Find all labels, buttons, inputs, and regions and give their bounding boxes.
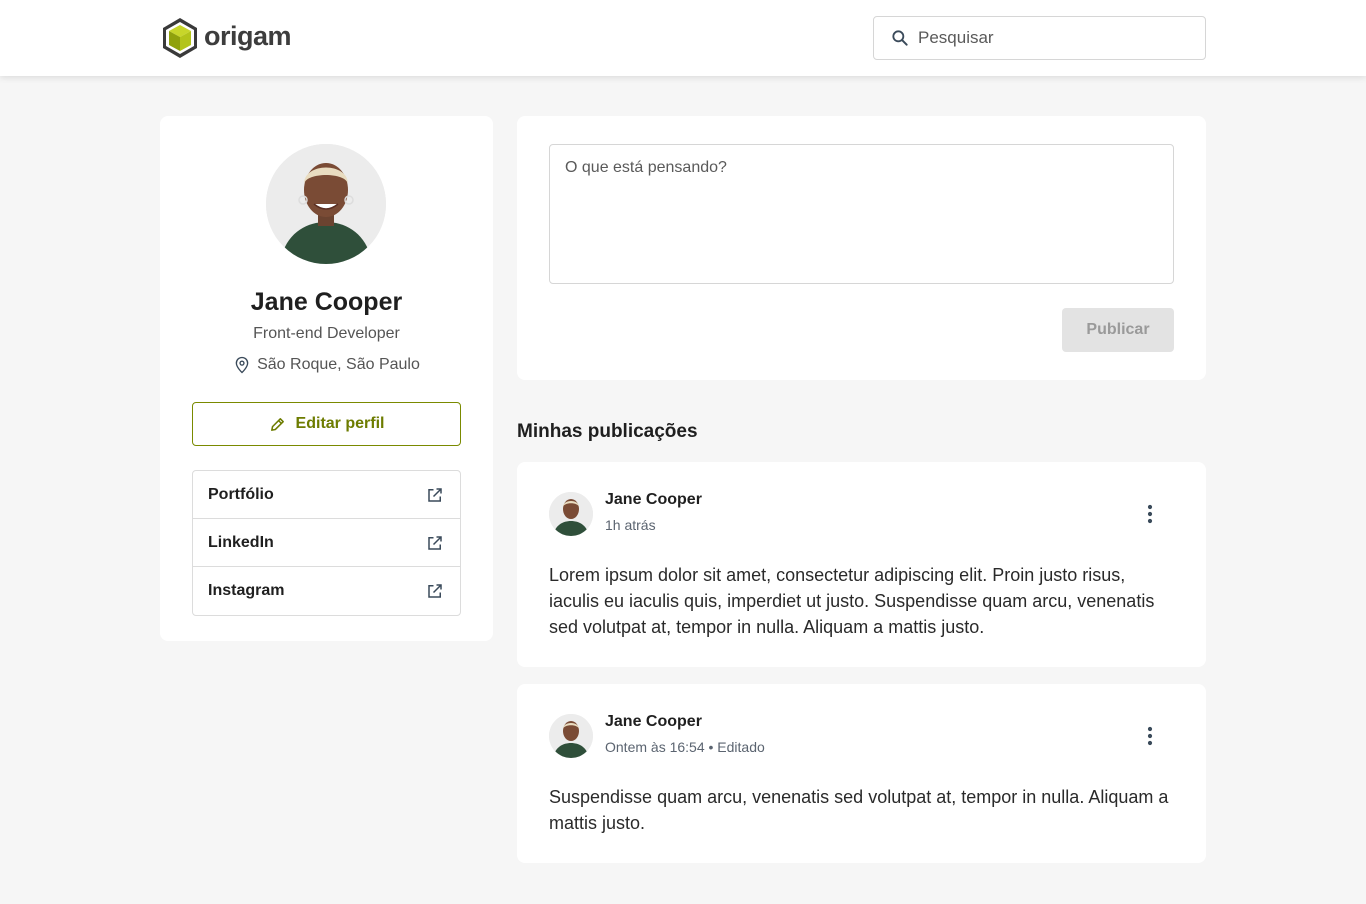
link-label: LinkedIn	[208, 533, 274, 551]
top-bar: origam	[0, 0, 1366, 76]
post-options-button[interactable]	[1139, 724, 1161, 748]
search-input[interactable]	[918, 28, 1188, 48]
external-link-icon	[428, 487, 442, 502]
post-text: Suspendisse quam arcu, venenatis sed vol…	[549, 787, 1169, 833]
post-timestamp: 1h atrás	[605, 517, 656, 533]
location-pin-icon	[235, 356, 249, 374]
link-label: Portfólio	[208, 485, 274, 503]
link-portfolio[interactable]: Portfólio	[193, 471, 460, 519]
more-vertical-icon	[1147, 726, 1153, 746]
post-author[interactable]: Jane Cooper	[605, 713, 702, 731]
post-composer: Publicar	[517, 116, 1206, 380]
location-text: São Roque, São Paulo	[257, 356, 420, 373]
more-vertical-icon	[1147, 504, 1153, 524]
logo-text: origam	[204, 20, 292, 51]
search-box[interactable]	[873, 16, 1206, 60]
post-author[interactable]: Jane Cooper	[605, 491, 702, 509]
search-icon	[892, 30, 908, 46]
logo-icon	[163, 18, 197, 58]
post-card: Jane Cooper 1h atrás Lorem ipsum dolor s…	[517, 462, 1206, 667]
pencil-icon	[270, 417, 284, 431]
post-options-button[interactable]	[1139, 502, 1161, 526]
external-link-icon	[428, 535, 442, 550]
profile-links: Portfólio LinkedIn Instagram	[192, 470, 461, 616]
link-linkedin[interactable]: LinkedIn	[193, 519, 460, 567]
profile-card: Jane Cooper Front-end Developer São Roqu…	[160, 116, 493, 641]
post-card: Jane Cooper Ontem às 16:54 • Editado Sus…	[517, 684, 1206, 863]
profile-location: São Roque, São Paulo	[160, 356, 493, 374]
logo[interactable]: origam	[160, 16, 292, 60]
external-link-icon	[428, 584, 442, 598]
publish-button[interactable]: Publicar	[1062, 308, 1174, 352]
post-avatar	[549, 714, 593, 758]
profile-name: Jane Cooper	[250, 288, 403, 316]
link-instagram[interactable]: Instagram	[193, 567, 460, 615]
post-timestamp: Ontem às 16:54 • Editado	[605, 739, 765, 755]
avatar	[266, 144, 386, 264]
my-posts-heading: Minhas publicações	[517, 421, 698, 442]
link-label: Instagram	[208, 582, 285, 599]
edit-profile-label: Editar perfil	[295, 415, 385, 432]
post-text: Lorem ipsum dolor sit amet, consectetur …	[549, 565, 1155, 637]
profile-role: Front-end Developer	[253, 325, 400, 342]
edit-profile-button[interactable]: Editar perfil	[192, 402, 461, 446]
post-avatar	[549, 492, 593, 536]
post-textarea[interactable]	[549, 144, 1174, 284]
